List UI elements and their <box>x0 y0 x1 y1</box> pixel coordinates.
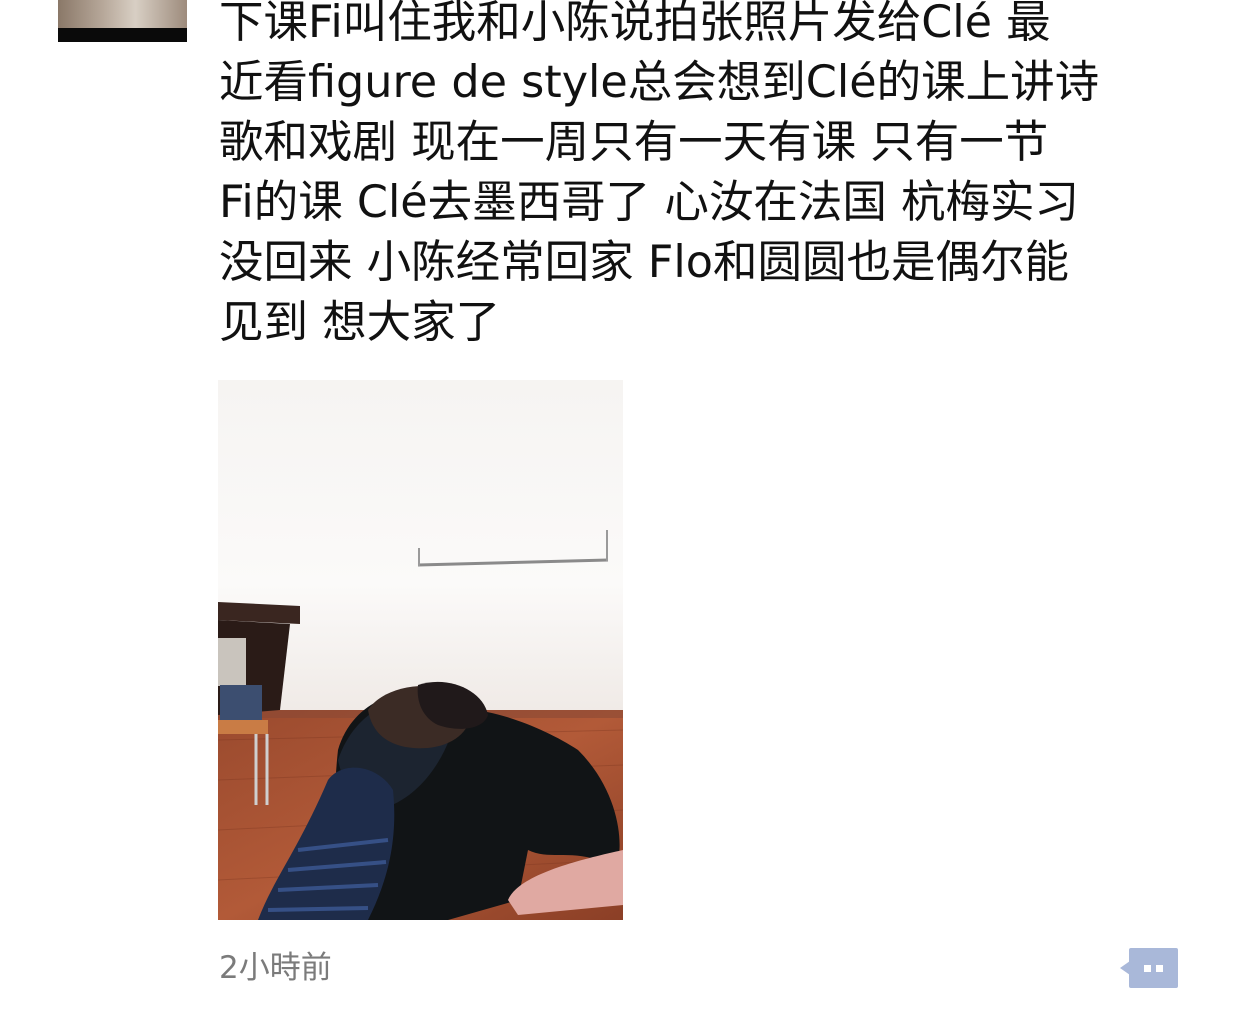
avatar[interactable] <box>58 0 187 42</box>
post-text-line: 歌和戏剧 现在一周只有一天有课 只有一节 <box>219 117 1049 168</box>
comment-button[interactable] <box>1120 948 1178 988</box>
post-text-line: 没回来 小陈经常回家 Flo和圆圆也是偶尔能 <box>219 237 1069 288</box>
post-text-line: 下课Fi叫住我和小陈说拍张照片发给Clé 最 <box>219 0 1051 48</box>
post-text-line: 近看figure de style总会想到Clé的课上讲诗 <box>219 57 1100 108</box>
avatar-photo <box>58 0 187 28</box>
post-text: 下课Fi叫住我和小陈说拍张照片发给Clé 最近看figure de style总… <box>219 0 1219 353</box>
avatar-frame <box>58 28 187 42</box>
post-text-line: 见到 想大家了 <box>219 297 501 348</box>
timestamp: 2小時前 <box>219 950 332 986</box>
comment-more-icon <box>1120 948 1178 988</box>
post-text-line: Fi的课 Clé去墨西哥了 心汝在法国 杭梅实习 <box>219 177 1079 228</box>
post-photo[interactable] <box>218 380 623 920</box>
